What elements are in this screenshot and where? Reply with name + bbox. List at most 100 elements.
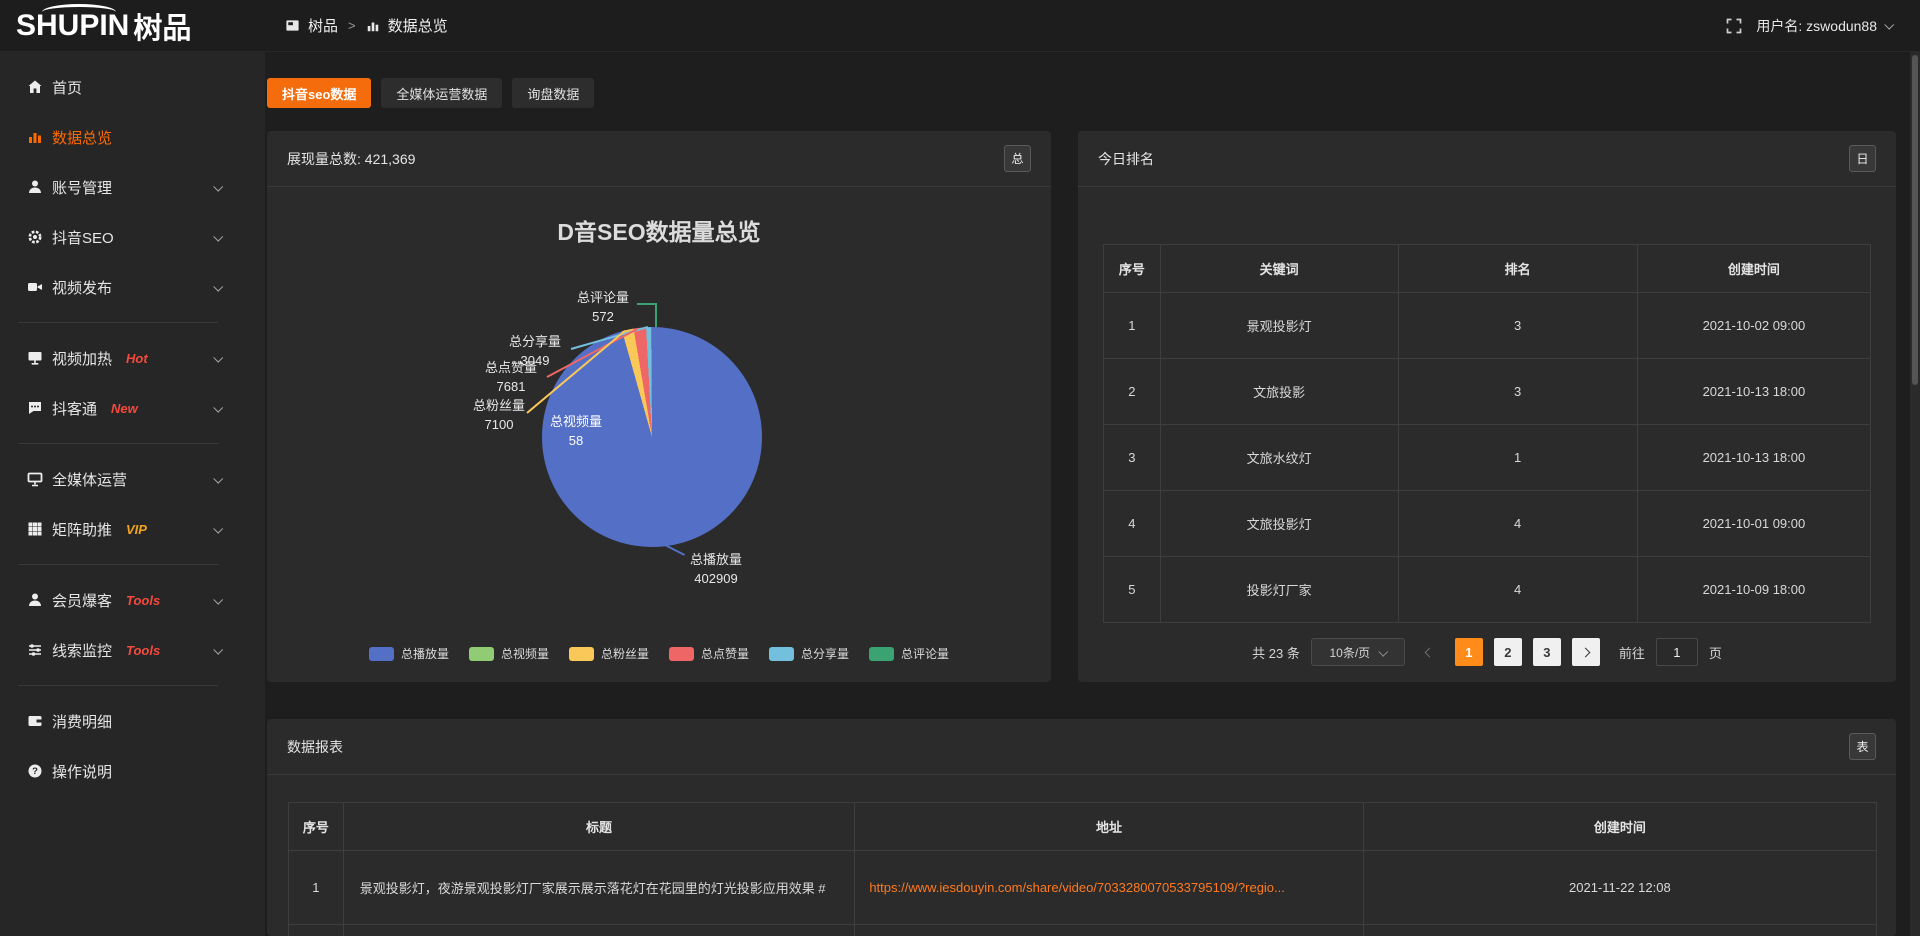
sidebar-item-douketong[interactable]: 抖客通 New bbox=[0, 383, 265, 433]
pie-label-likes: 总点赞量7681 bbox=[475, 359, 547, 397]
top-bar: SHUPIN 树品 树品 > 数据总览 用户名: zswodun88 bbox=[0, 0, 1920, 52]
legend-item-shares[interactable]: 总分享量 bbox=[769, 645, 849, 662]
fullscreen-icon[interactable] bbox=[1726, 18, 1742, 34]
breadcrumb-current[interactable]: 数据总览 bbox=[388, 15, 448, 36]
table-header-row: 序号 标题 地址 创建时间 bbox=[289, 803, 1877, 851]
sidebar-divider bbox=[18, 685, 218, 686]
legend-item-plays[interactable]: 总播放量 bbox=[369, 645, 449, 662]
legend-item-fans[interactable]: 总粉丝量 bbox=[569, 645, 649, 662]
legend-swatch bbox=[569, 647, 594, 661]
legend-item-likes[interactable]: 总点赞量 bbox=[669, 645, 749, 662]
ranking-table: 序号 关键词 排名 创建时间 1 景观投影灯 3 2021-10-02 09:0… bbox=[1103, 244, 1871, 623]
user-icon bbox=[27, 179, 43, 195]
pie-chart-area: D音SEO数据量总览 总评论量572 总分享量3049 总点赞量7681 总粉丝… bbox=[267, 187, 1051, 682]
table-row: 2 文旅投影 3 2021-10-13 18:00 bbox=[1104, 359, 1871, 425]
sidebar-item-label: 抖客通 bbox=[52, 398, 97, 419]
page-size-select[interactable]: 10条/页 bbox=[1311, 638, 1405, 666]
pagination: 共 23 条 10条/页 1 2 3 前往 页 bbox=[1103, 638, 1871, 666]
pie-label-comments: 总评论量572 bbox=[567, 289, 639, 327]
sidebar-item-video-publish[interactable]: 视频发布 bbox=[0, 262, 265, 312]
chevron-down-icon bbox=[213, 181, 223, 191]
cell-video-title: 景观投影灯，夜游景观投影灯厂家展示展示落花灯在花园里的灯光投影应用效果 # bbox=[343, 851, 855, 925]
chevron-down-icon bbox=[213, 402, 223, 412]
tools-badge: Tools bbox=[126, 593, 160, 608]
sidebar-item-label: 数据总览 bbox=[52, 127, 112, 148]
home-icon bbox=[27, 79, 43, 95]
sidebar-item-douyin-seo[interactable]: 抖音SEO bbox=[0, 212, 265, 262]
today-ranking-panel: 今日排名 日 序号 关键词 排名 创建时间 1 景观投影灯 3 2021-10-… bbox=[1078, 131, 1896, 682]
breadcrumb-separator: > bbox=[348, 18, 356, 33]
sidebar-item-label: 视频加热 bbox=[52, 348, 112, 369]
new-badge: New bbox=[111, 401, 138, 416]
legend-swatch bbox=[769, 647, 794, 661]
page-button-1[interactable]: 1 bbox=[1455, 638, 1483, 666]
chevron-down-icon bbox=[1378, 646, 1388, 656]
page-scrollbar[interactable] bbox=[1910, 52, 1920, 936]
report-table: 序号 标题 地址 创建时间 1 景观投影灯，夜游景观投影灯厂家展示展示落花灯在花… bbox=[288, 802, 1877, 936]
cell-time: 2021-10-01 09:00 bbox=[1637, 491, 1870, 557]
table-row: 1 景观投影灯 3 2021-10-02 09:00 bbox=[1104, 293, 1871, 359]
chevron-right-icon bbox=[1581, 647, 1591, 657]
legend-item-videos[interactable]: 总视频量 bbox=[469, 645, 549, 662]
sidebar-item-label: 会员爆客 bbox=[52, 590, 112, 611]
cell-rank: 1 bbox=[1398, 425, 1637, 491]
page-button-2[interactable]: 2 bbox=[1494, 638, 1522, 666]
chevron-down-icon bbox=[1884, 20, 1894, 30]
chevron-down-icon bbox=[213, 231, 223, 241]
cell-keyword: 文旅投影灯 bbox=[1160, 491, 1398, 557]
breadcrumb-root[interactable]: 树品 bbox=[308, 15, 338, 36]
sidebar-item-data-overview[interactable]: 数据总览 bbox=[0, 112, 265, 162]
sidebar-item-instructions[interactable]: ? 操作说明 bbox=[0, 746, 265, 796]
sidebar-item-member-baoke[interactable]: 会员爆客 Tools bbox=[0, 575, 265, 625]
svg-text:?: ? bbox=[32, 766, 38, 777]
prev-page-button[interactable] bbox=[1416, 638, 1444, 666]
total-mode-button[interactable]: 总 bbox=[1004, 145, 1031, 172]
username-dropdown[interactable]: 用户名: zswodun88 bbox=[1756, 16, 1892, 36]
sidebar-item-label: 线索监控 bbox=[52, 640, 112, 661]
grid-icon bbox=[27, 521, 43, 537]
cell-keyword: 景观投影灯 bbox=[1160, 293, 1398, 359]
scrollbar-thumb[interactable] bbox=[1912, 55, 1918, 385]
tab-omnimedia-data[interactable]: 全媒体运营数据 bbox=[381, 78, 502, 108]
legend-item-comments[interactable]: 总评论量 bbox=[869, 645, 949, 662]
chevron-down-icon bbox=[213, 473, 223, 483]
gear-icon bbox=[27, 229, 43, 245]
sidebar-item-matrix-boost[interactable]: 矩阵助推 VIP bbox=[0, 504, 265, 554]
sidebar-item-home[interactable]: 首页 bbox=[0, 62, 265, 112]
sliders-icon bbox=[27, 642, 43, 658]
tab-douyin-seo-data[interactable]: 抖音seo数据 bbox=[267, 78, 371, 108]
chevron-down-icon bbox=[213, 523, 223, 533]
table-row: 1 景观投影灯，夜游景观投影灯厂家展示展示落花灯在花园里的灯光投影应用效果 # … bbox=[289, 851, 1877, 925]
logo-arc-decoration bbox=[42, 4, 116, 20]
sidebar-item-label: 账号管理 bbox=[52, 177, 112, 198]
cell-rank: 4 bbox=[1398, 491, 1637, 557]
sidebar-item-omnimedia[interactable]: 全媒体运营 bbox=[0, 454, 265, 504]
sidebar-item-video-heat[interactable]: 视频加热 Hot bbox=[0, 333, 265, 383]
video-camera-icon bbox=[27, 279, 43, 295]
table-mode-button[interactable]: 表 bbox=[1849, 733, 1876, 760]
video-url-link[interactable]: https://www.iesdouyin.com/share/video/70… bbox=[869, 880, 1285, 895]
monitor-icon bbox=[27, 471, 43, 487]
goto-page-input[interactable] bbox=[1656, 638, 1698, 666]
sidebar-item-account[interactable]: 账号管理 bbox=[0, 162, 265, 212]
sidebar-item-label: 矩阵助推 bbox=[52, 519, 112, 540]
cell-time: 2021-10-09 18:00 bbox=[1637, 557, 1870, 623]
member-icon bbox=[27, 592, 43, 608]
page-button-3[interactable]: 3 bbox=[1533, 638, 1561, 666]
overview-panel-header: 展现量总数: 421,369 总 bbox=[267, 131, 1051, 187]
site-icon bbox=[285, 18, 300, 33]
sidebar-item-lead-monitor[interactable]: 线索监控 Tools bbox=[0, 625, 265, 675]
next-page-button[interactable] bbox=[1572, 638, 1600, 666]
report-panel-header: 数据报表 表 bbox=[267, 719, 1896, 775]
legend-swatch bbox=[469, 647, 494, 661]
tab-inquiry-data[interactable]: 询盘数据 bbox=[512, 78, 594, 108]
sidebar-item-expense-detail[interactable]: 消费明细 bbox=[0, 696, 265, 746]
sidebar-item-label: 首页 bbox=[52, 77, 82, 98]
day-mode-button[interactable]: 日 bbox=[1849, 145, 1876, 172]
leader-line bbox=[655, 303, 657, 327]
logo-text-cn: 树品 bbox=[133, 5, 191, 47]
app-logo[interactable]: SHUPIN 树品 bbox=[0, 0, 265, 52]
seo-overview-panel: 展现量总数: 421,369 总 D音SEO数据量总览 总评论量572 总分享量… bbox=[267, 131, 1051, 682]
chevron-down-icon bbox=[213, 594, 223, 604]
chevron-down-icon bbox=[213, 352, 223, 362]
